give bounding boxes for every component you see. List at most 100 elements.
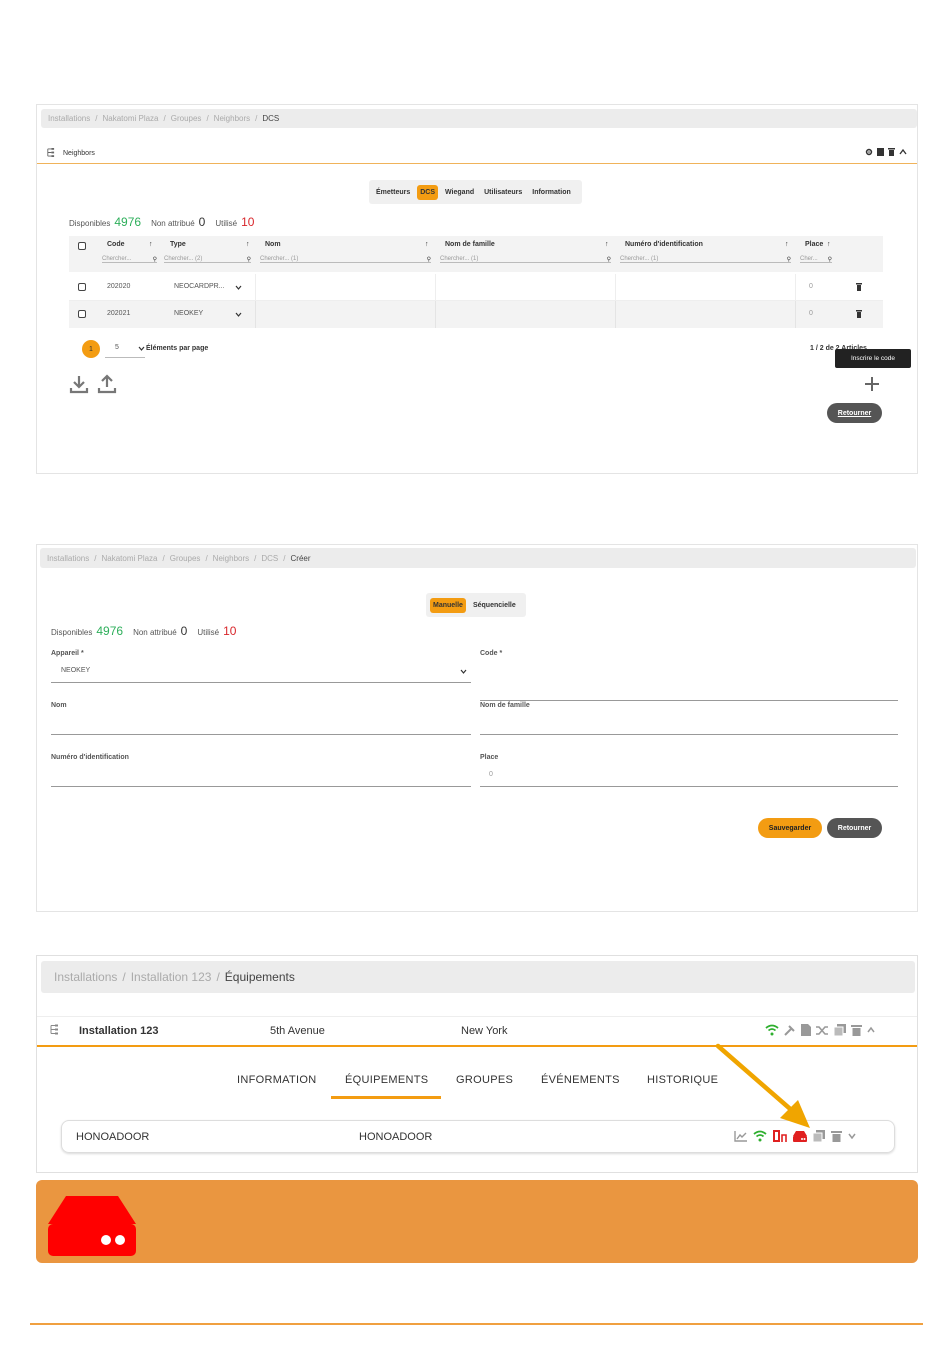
tab-utilisateurs[interactable]: Utilisateurs: [481, 185, 525, 200]
breadcrumb-item[interactable]: Installations: [48, 114, 90, 123]
tab-wiegand[interactable]: Wiegand: [442, 185, 477, 200]
column-header-nom-de-famille[interactable]: Nom de famille: [445, 241, 495, 248]
trash-icon[interactable]: [888, 148, 895, 156]
chevron-down-icon[interactable]: [235, 285, 242, 290]
tree-icon: [46, 144, 55, 162]
plug-off-icon[interactable]: [784, 1024, 796, 1036]
breadcrumb-item[interactable]: Installation 123: [131, 970, 212, 984]
tab-historique[interactable]: HISTORIQUE: [647, 1074, 718, 1086]
breadcrumb-item[interactable]: DCS: [261, 554, 278, 563]
trash-icon[interactable]: [856, 283, 862, 291]
page-button-active[interactable]: 1: [82, 340, 100, 358]
row-checkbox[interactable]: [78, 310, 86, 318]
chevron-up-icon[interactable]: [899, 148, 907, 156]
device-label: Appareil *: [51, 650, 84, 657]
breadcrumb-item[interactable]: Groupes: [171, 114, 202, 123]
tab-manuelle[interactable]: Manuelle: [430, 597, 466, 613]
tab-emetteurs[interactable]: Émetteurs: [373, 185, 413, 200]
header-actions: [865, 148, 907, 156]
pdf-icon[interactable]: [801, 1024, 811, 1036]
search-numero[interactable]: Chercher... (1) ⚲: [620, 256, 791, 263]
per-page-label: Éléments par page: [146, 345, 209, 352]
breadcrumb-current: Équipements: [224, 970, 295, 984]
chevron-up-icon[interactable]: [867, 1026, 875, 1034]
upload-icon[interactable]: [97, 374, 117, 394]
sort-icon[interactable]: ↑: [425, 241, 429, 248]
sort-icon[interactable]: ↑: [149, 241, 153, 248]
breadcrumb-current: DCS: [262, 114, 280, 123]
gear-icon[interactable]: [865, 148, 873, 156]
per-page-select[interactable]: 5: [105, 344, 145, 358]
breadcrumb-item[interactable]: Neighbors: [213, 554, 249, 563]
search-nom[interactable]: Chercher... (1) ⚲: [260, 256, 431, 263]
used-count: 10: [223, 624, 237, 638]
breadcrumb-item[interactable]: Nakatomi Plaza: [102, 114, 158, 123]
breadcrumb-item[interactable]: Neighbors: [214, 114, 250, 123]
id-field[interactable]: [51, 768, 471, 787]
chevron-down-icon[interactable]: [235, 312, 242, 317]
search-code[interactable]: Chercher... ⚲: [102, 256, 157, 263]
column-header-code[interactable]: Code: [107, 241, 125, 248]
save-button[interactable]: Sauvegarder: [758, 818, 822, 838]
sort-icon[interactable]: ↑: [605, 241, 609, 248]
search-nom-de-famille[interactable]: Chercher... (1) ⚲: [440, 256, 611, 263]
breadcrumb-item[interactable]: Groupes: [170, 554, 201, 563]
sort-icon[interactable]: ↑: [785, 241, 789, 248]
column-header-nom[interactable]: Nom: [265, 241, 281, 248]
trash-icon[interactable]: [851, 1024, 862, 1036]
tab-dcs[interactable]: DCS: [417, 184, 439, 200]
tab-equipements[interactable]: ÉQUIPEMENTS: [345, 1074, 428, 1086]
trash-icon[interactable]: [856, 310, 862, 318]
screen1-panel: Installations / Nakatomi Plaza / Groupes / …: [36, 104, 918, 474]
column-header-type[interactable]: Type: [170, 241, 186, 248]
name-field[interactable]: [51, 716, 471, 735]
tabs: Émetteurs DCS Wiegand Utilisateurs Infor…: [369, 180, 582, 204]
table-row[interactable]: 202021 NEOKEY 0: [69, 301, 883, 328]
search-icon: ⚲: [786, 257, 791, 263]
shuffle-icon[interactable]: [816, 1025, 829, 1036]
lastname-field[interactable]: [480, 716, 898, 735]
cell-type[interactable]: NEOCARDPR...: [174, 283, 225, 290]
wifi-icon[interactable]: [765, 1024, 779, 1036]
column-divider: [435, 301, 436, 328]
column-header-numero[interactable]: Numéro d'identification: [625, 241, 703, 248]
download-icon[interactable]: [69, 374, 89, 394]
search-icon: ⚲: [246, 257, 251, 263]
id-label: Numéro d'identification: [51, 754, 129, 761]
column-divider: [795, 301, 796, 328]
breadcrumb-item[interactable]: Nakatomi Plaza: [101, 554, 157, 563]
tab-sequencielle[interactable]: Séquencielle: [470, 598, 519, 613]
code-field[interactable]: [480, 682, 898, 701]
back-button[interactable]: Retourner: [827, 403, 882, 423]
plus-icon[interactable]: [863, 375, 881, 393]
copy-icon[interactable]: [834, 1024, 846, 1036]
search-icon: ⚲: [152, 257, 157, 263]
sort-icon[interactable]: ↑: [246, 241, 250, 248]
installation-city: New York: [461, 1025, 508, 1037]
tab-information[interactable]: Information: [529, 185, 574, 200]
active-tab-underline: [331, 1096, 441, 1099]
tab-evenements[interactable]: ÉVÉNEMENTS: [541, 1074, 620, 1086]
stats: Disponibles 4976 Non attribué 0 Utilisé …: [69, 215, 254, 229]
sort-icon[interactable]: ↑: [827, 241, 831, 248]
column-header-place[interactable]: Place: [805, 241, 823, 248]
cell-type[interactable]: NEOKEY: [174, 310, 203, 317]
breadcrumb-item[interactable]: Installations: [54, 970, 117, 984]
tab-groupes[interactable]: GROUPES: [456, 1074, 513, 1086]
tab-information[interactable]: INFORMATION: [237, 1074, 316, 1086]
breadcrumb-item[interactable]: Installations: [47, 554, 89, 563]
search-type[interactable]: Chercher... (2) ⚲: [164, 256, 251, 263]
select-all-checkbox[interactable]: [78, 242, 86, 250]
trash-icon[interactable]: [831, 1130, 842, 1142]
device-select[interactable]: NEOKEY: [61, 667, 90, 674]
document-icon[interactable]: [877, 148, 884, 156]
chevron-down-icon[interactable]: [460, 669, 467, 674]
tabs: Manuelle Séquencielle: [426, 593, 526, 617]
back-button[interactable]: Retourner: [827, 818, 882, 838]
chevron-down-icon[interactable]: [138, 346, 145, 351]
search-place[interactable]: Cher... ⚲: [800, 256, 832, 263]
chevron-down-icon[interactable]: [848, 1133, 856, 1139]
table-row[interactable]: 202020 NEOCARDPR... 0: [69, 274, 883, 301]
row-checkbox[interactable]: [78, 283, 86, 291]
breadcrumb: Installations / Nakatomi Plaza / Groupes / …: [41, 109, 917, 128]
